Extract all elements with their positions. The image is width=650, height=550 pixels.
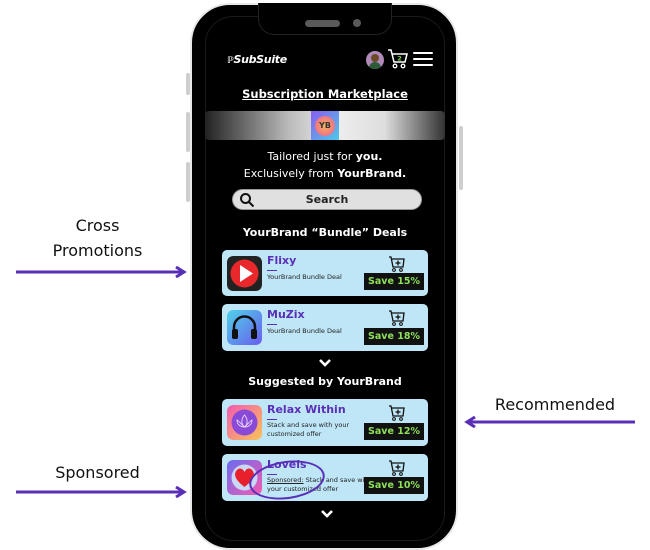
tagline-bold: YourBrand. bbox=[337, 167, 407, 180]
save-badge: Save 18% bbox=[364, 328, 424, 345]
tagline-text: Tailored just for bbox=[267, 150, 356, 163]
deal-description: YourBrand Bundle Deal bbox=[267, 273, 342, 281]
save-badge: Save 15% bbox=[364, 273, 424, 290]
annotation-line: Promotions bbox=[52, 241, 143, 260]
logo-text: SubSuite bbox=[233, 53, 287, 66]
page-title: Subscription Marketplace bbox=[242, 87, 408, 101]
annotation-recommended: Recommended bbox=[494, 395, 616, 414]
deal-card-relax-within[interactable]: Relax Within Stack and save with your cu… bbox=[222, 399, 428, 446]
cart-count-badge: 2 bbox=[397, 55, 402, 63]
arrow-right-icon bbox=[16, 486, 187, 498]
divider bbox=[267, 270, 277, 271]
app-logo[interactable]: ℙSubSuite bbox=[227, 53, 287, 66]
arrow-right-icon bbox=[16, 266, 187, 278]
headphones-icon bbox=[227, 310, 262, 345]
deal-card-flixy[interactable]: Flixy YourBrand Bundle Deal Save 15% bbox=[222, 250, 428, 296]
volume-button bbox=[186, 162, 190, 202]
add-to-cart-icon[interactable] bbox=[388, 255, 406, 273]
add-to-cart-icon[interactable] bbox=[388, 459, 406, 477]
deal-card-muzix[interactable]: MuZix YourBrand Bundle Deal Save 18% bbox=[222, 304, 428, 351]
annotation-cross-promotions: Cross Promotions bbox=[20, 213, 175, 263]
avatar[interactable] bbox=[366, 51, 384, 69]
chevron-down-icon[interactable] bbox=[320, 509, 334, 518]
tagline-text: Exclusively from bbox=[243, 167, 338, 180]
volume-button bbox=[186, 112, 190, 152]
divider bbox=[267, 324, 277, 325]
lotus-icon bbox=[227, 405, 262, 440]
deal-name: MuZix bbox=[267, 308, 305, 321]
tagline: Tailored just for you. Exclusively from … bbox=[205, 148, 445, 182]
play-icon bbox=[227, 256, 262, 291]
notch bbox=[258, 3, 392, 35]
camera bbox=[353, 19, 361, 27]
search-bar[interactable]: Search bbox=[232, 189, 422, 210]
deal-description: Stack and save with your customized offe… bbox=[267, 421, 350, 438]
chevron-down-icon[interactable] bbox=[318, 358, 332, 367]
add-to-cart-icon[interactable] bbox=[388, 309, 406, 327]
search-label: Search bbox=[305, 193, 349, 206]
tagline-bold: you. bbox=[355, 150, 383, 163]
bundle-section-title: YourBrand “Bundle” Deals bbox=[242, 226, 408, 239]
brand-logo: YB bbox=[311, 111, 339, 140]
power-button bbox=[459, 126, 463, 190]
speaker bbox=[305, 20, 340, 27]
volume-button bbox=[186, 73, 190, 95]
deal-description: YourBrand Bundle Deal bbox=[267, 327, 342, 335]
brand-logo-text: YB bbox=[315, 116, 335, 136]
suggested-section-title: Suggested by YourBrand bbox=[248, 375, 402, 388]
arrow-left-icon bbox=[464, 416, 635, 428]
hamburger-menu-icon[interactable] bbox=[413, 52, 433, 66]
save-badge: Save 12% bbox=[364, 423, 424, 440]
deal-name: Flixy bbox=[267, 254, 297, 267]
save-badge: Save 10% bbox=[364, 477, 424, 494]
deal-name: Relax Within bbox=[267, 403, 346, 416]
cart-icon[interactable]: 2 bbox=[387, 48, 409, 70]
annotation-sponsored: Sponsored bbox=[55, 463, 140, 482]
annotation-line: Cross bbox=[75, 216, 120, 235]
add-to-cart-icon[interactable] bbox=[388, 404, 406, 422]
divider bbox=[267, 419, 277, 420]
